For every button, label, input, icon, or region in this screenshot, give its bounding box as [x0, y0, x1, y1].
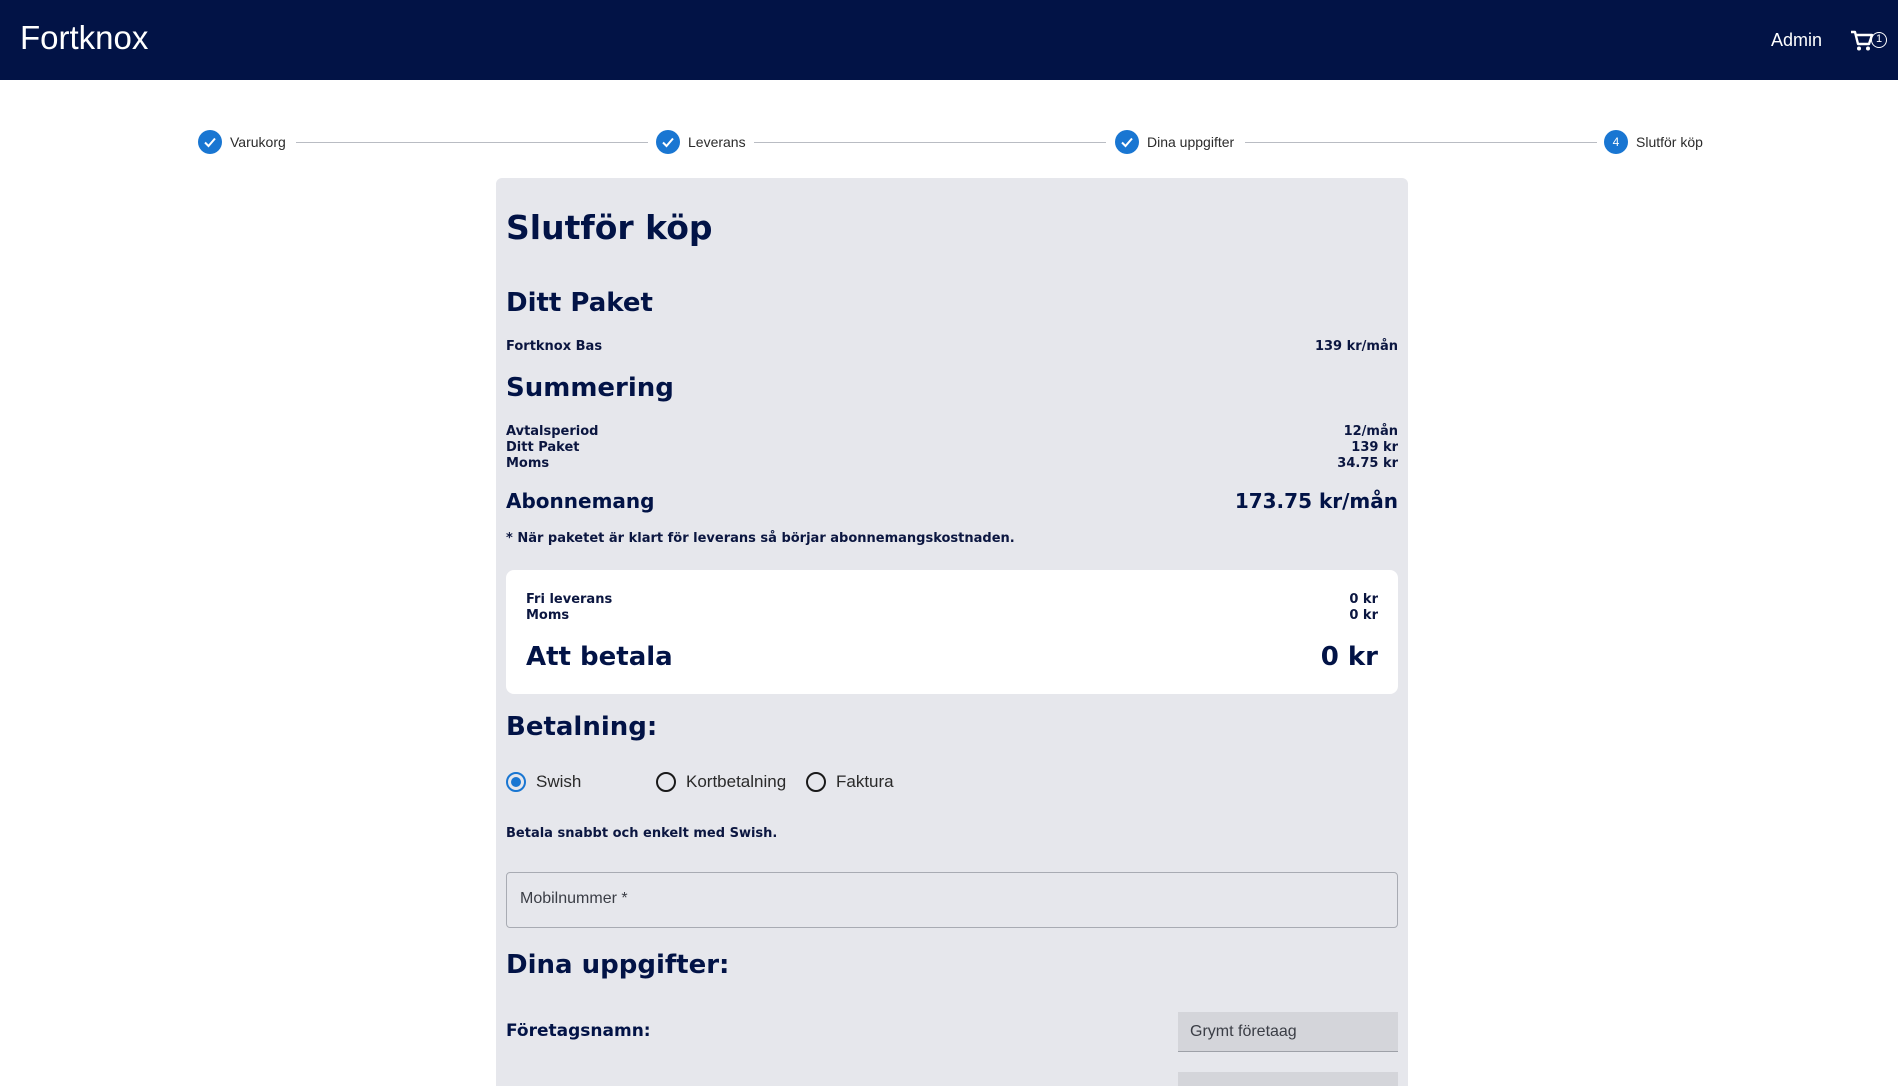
mobile-number-placeholder: Mobilnummer * — [520, 890, 628, 907]
payment-option-kortbetalning[interactable]: Kortbetalning — [656, 770, 786, 794]
step-label: Leverans — [688, 134, 746, 150]
checkout-card: Slutför köp Ditt Paket Fortknox Bas 139 … — [496, 178, 1408, 1086]
step-label: Dina uppgifter — [1147, 134, 1235, 150]
step-slutfor-kop[interactable]: 4 Slutför köp — [1604, 128, 1703, 156]
brand-logo[interactable]: Fortknox — [20, 18, 148, 58]
pay-row-label: Fri leverans — [526, 592, 613, 607]
checkout-stepper: Varukorg Leverans Dina uppgifter 4 Slutf… — [0, 128, 1898, 156]
to-pay-label: Att betala — [526, 642, 673, 672]
pay-row-value: 0 kr — [1349, 592, 1378, 607]
payment-option-faktura[interactable]: Faktura — [806, 770, 894, 794]
payment-summary-box: Fri leverans 0 kr Moms 0 kr Att betala 0… — [506, 570, 1398, 694]
summary-heading: Summering — [506, 373, 674, 403]
cart-button[interactable]: 1 — [1850, 26, 1888, 54]
step-label: Varukorg — [230, 134, 286, 150]
step-varukorg[interactable]: Varukorg — [198, 128, 286, 156]
step-number-icon: 4 — [1604, 130, 1628, 154]
step-connector — [1245, 142, 1597, 143]
pay-row-value: 0 kr — [1349, 608, 1378, 623]
radio-icon[interactable] — [806, 772, 826, 792]
subscription-note: * När paketet är klart för leverans så b… — [506, 531, 1015, 546]
pay-row-label: Moms — [526, 608, 570, 623]
radio-icon[interactable] — [656, 772, 676, 792]
check-icon — [656, 130, 680, 154]
company-name-value: Grymt företaag — [1190, 1023, 1297, 1040]
summary-value: 139 kr — [1351, 440, 1398, 455]
payment-option-label: Swish — [536, 772, 582, 791]
package-heading: Ditt Paket — [506, 288, 653, 318]
step-connector — [296, 142, 648, 143]
company-label: Företagsnamn: — [506, 1021, 651, 1041]
next-details-field[interactable] — [1178, 1072, 1398, 1086]
step-label: Slutför köp — [1636, 134, 1703, 150]
top-navbar: Fortknox Admin 1 — [0, 0, 1898, 80]
payment-heading: Betalning: — [506, 712, 658, 742]
cart-count-badge: 1 — [1871, 32, 1887, 48]
check-icon — [198, 130, 222, 154]
page-title: Slutför köp — [506, 208, 713, 247]
summary-label: Avtalsperiod — [506, 424, 599, 439]
payment-option-swish[interactable]: Swish — [506, 770, 581, 794]
subscription-value: 173.75 kr/mån — [1234, 489, 1398, 513]
swish-info: Betala snabbt och enkelt med Swish. — [506, 826, 778, 841]
summary-label: Moms — [506, 456, 550, 471]
admin-link[interactable]: Admin — [1771, 28, 1822, 52]
step-leverans[interactable]: Leverans — [656, 128, 746, 156]
check-icon — [1115, 130, 1139, 154]
details-heading: Dina uppgifter: — [506, 950, 730, 980]
payment-option-label: Kortbetalning — [686, 772, 787, 791]
company-name-field[interactable]: Grymt företaag — [1178, 1012, 1398, 1052]
summary-value: 34.75 kr — [1337, 456, 1398, 471]
package-price: 139 kr/mån — [1314, 339, 1398, 354]
radio-selected-icon[interactable] — [506, 772, 526, 792]
payment-option-label: Faktura — [836, 772, 894, 791]
step-connector — [754, 142, 1106, 143]
package-name: Fortknox Bas — [506, 339, 603, 354]
subscription-label: Abonnemang — [506, 489, 655, 513]
summary-label: Ditt Paket — [506, 440, 580, 455]
summary-value: 12/mån — [1343, 424, 1398, 439]
step-dina-uppgifter[interactable]: Dina uppgifter — [1115, 128, 1234, 156]
mobile-number-input[interactable]: Mobilnummer * — [506, 872, 1398, 928]
to-pay-value: 0 kr — [1320, 642, 1378, 672]
